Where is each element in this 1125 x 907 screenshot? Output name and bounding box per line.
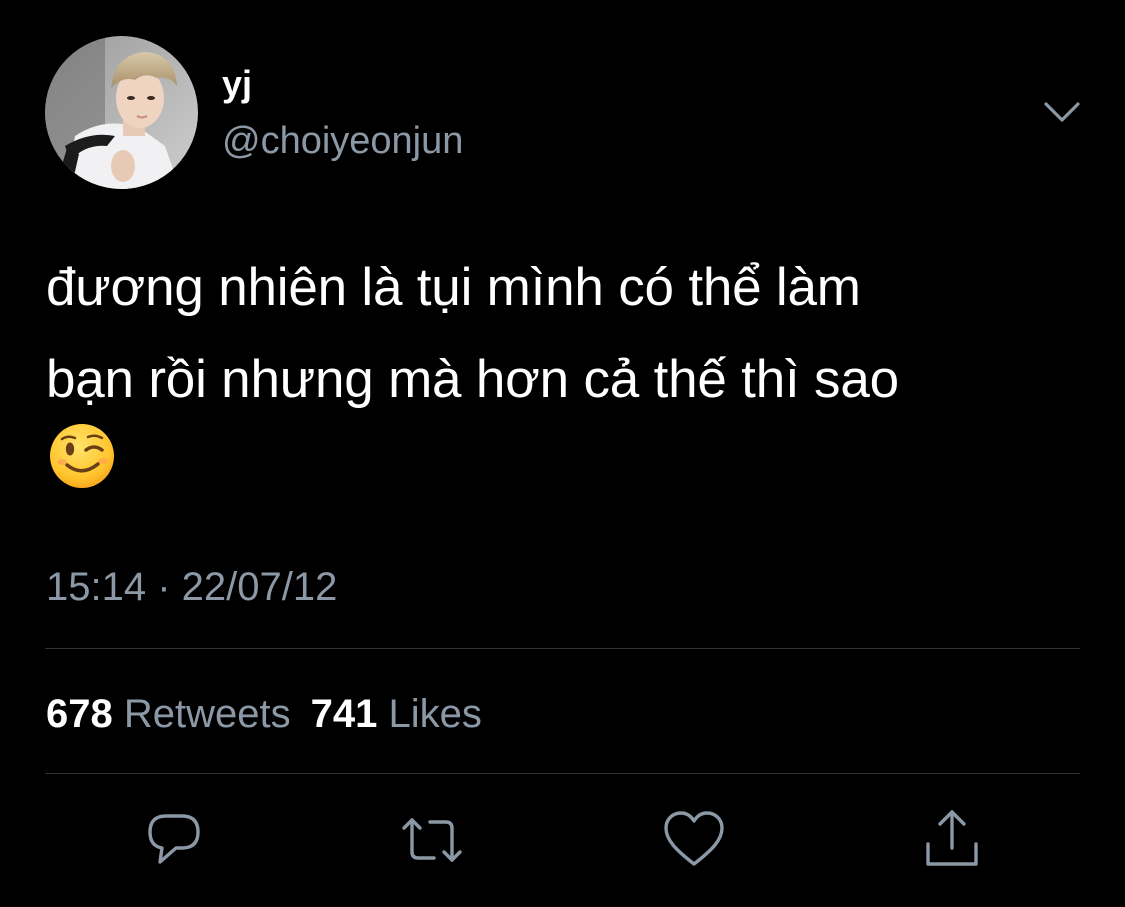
retweets-label: Retweets — [123, 692, 291, 736]
reply-icon — [148, 814, 200, 864]
tweet-stats: 678 Retweets 741 Likes — [46, 690, 482, 738]
retweets-stat[interactable]: 678 Retweets — [46, 690, 291, 738]
heart-icon — [664, 811, 724, 866]
retweet-icon — [402, 818, 462, 862]
likes-stat[interactable]: 741 Likes — [311, 690, 482, 738]
avatar[interactable] — [45, 36, 198, 189]
divider — [45, 773, 1080, 774]
tweet-timestamp[interactable]: 15:14 · 22/07/12 — [46, 562, 337, 612]
share-button[interactable] — [920, 808, 984, 872]
chevron-down-icon — [1044, 102, 1080, 122]
likes-count: 741 — [310, 692, 378, 736]
winking-face-emoji — [48, 422, 116, 490]
tweet-text: đương nhiên là tụi mình có thể làm bạn r… — [46, 242, 1086, 426]
user-handle[interactable]: @choiyeonjun — [222, 118, 463, 164]
avatar-image — [45, 36, 198, 189]
likes-label: Likes — [388, 692, 482, 736]
more-options-button[interactable] — [1036, 90, 1088, 134]
tweet-text-line: đương nhiên là tụi mình có thể làm — [46, 258, 861, 317]
tweet-text-line: bạn rồi nhưng mà hơn cả thế thì sao — [46, 350, 899, 409]
tweet-detail: yj @choiyeonjun đương nhiên là tụi mình … — [0, 0, 1125, 907]
divider — [45, 648, 1080, 649]
retweets-count: 678 — [46, 692, 113, 736]
reply-button[interactable] — [142, 808, 206, 872]
share-icon — [926, 810, 978, 866]
like-button[interactable] — [662, 808, 726, 872]
display-name[interactable]: yj — [222, 62, 252, 106]
retweet-button[interactable] — [400, 808, 464, 872]
winking-face-icon — [50, 424, 114, 488]
